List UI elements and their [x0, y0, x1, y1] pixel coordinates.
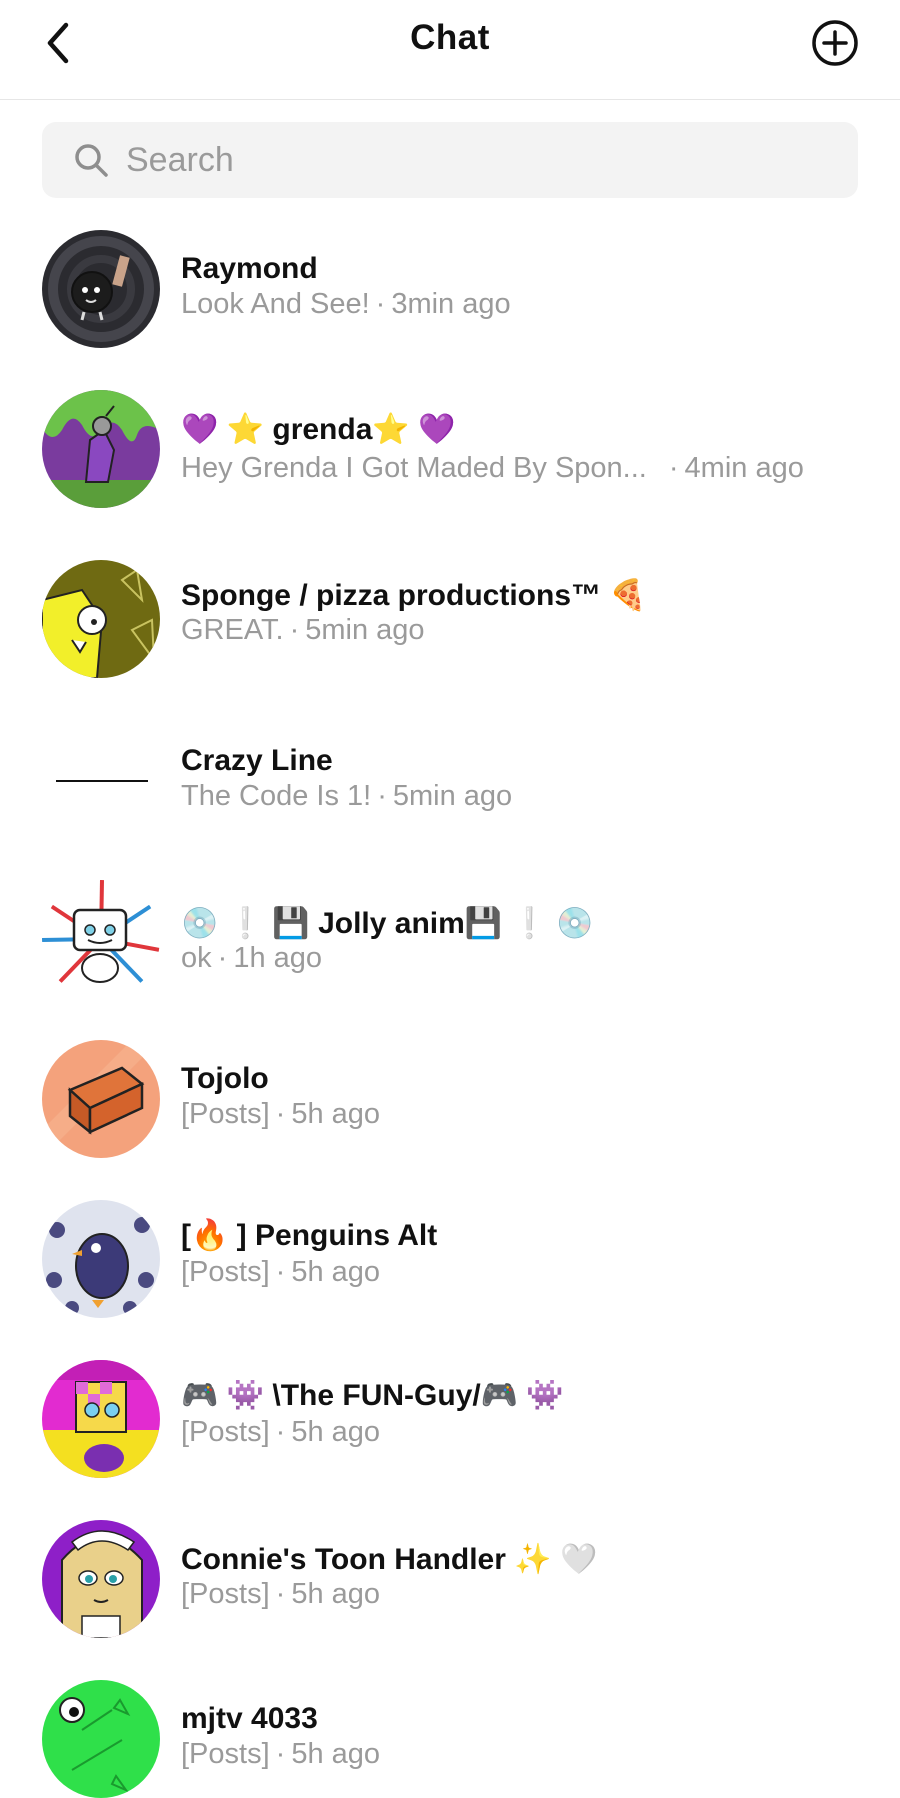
- chat-message: [Posts]: [181, 1256, 270, 1288]
- chat-name: Connie's Toon Handler ✨ 🤍: [181, 1543, 598, 1576]
- chat-row-mjtv-4033[interactable]: mjtv 4033 [Posts] · 5h ago: [0, 1680, 900, 1798]
- chat-message: [Posts]: [181, 1578, 270, 1610]
- chat-row-sponge[interactable]: Sponge / pizza productions™ 🍕 GREAT. · 5mi…: [0, 560, 900, 700]
- chat-name: Crazy Line: [181, 744, 333, 777]
- chat-message: The Code Is 1!: [181, 780, 372, 812]
- chat-preview: GREAT. · 5min ago: [181, 614, 425, 646]
- chat-preview: [Posts] · 5h ago: [181, 1578, 381, 1610]
- chat-name: Tojolo: [181, 1062, 269, 1095]
- avatar: [42, 1680, 160, 1798]
- page-title: Chat: [410, 18, 490, 57]
- chat-name: [🔥 ] Penguins Alt: [181, 1219, 438, 1252]
- chat-name: Sponge / pizza productions™ 🍕: [181, 579, 647, 612]
- chat-time: 5h ago: [291, 1578, 381, 1610]
- avatar: [42, 1040, 160, 1158]
- avatar: [42, 1200, 160, 1318]
- chat-preview: [Posts] · 5h ago: [181, 1738, 381, 1770]
- avatar: [42, 230, 160, 348]
- chat-preview: [Posts] · 5h ago: [181, 1098, 381, 1130]
- chat-time: 5h ago: [291, 1098, 381, 1130]
- avatar: [42, 1520, 160, 1638]
- chat-message: Look And See!: [181, 288, 370, 320]
- chat-row-penguins-alt[interactable]: [🔥 ] Penguins Alt [Posts] · 5h ago: [0, 1200, 900, 1340]
- chat-message: ok: [181, 942, 212, 974]
- search-bar[interactable]: [42, 122, 858, 198]
- chat-name: 💜 ⭐ grenda⭐ 💜: [181, 413, 456, 446]
- chat-message: [Posts]: [181, 1416, 270, 1448]
- chat-time: 5h ago: [291, 1738, 381, 1770]
- search-input[interactable]: [126, 140, 826, 180]
- chat-preview: Hey Grenda I Got Maded By Spon... · 4min a…: [181, 452, 804, 484]
- chat-name: Raymond: [181, 252, 318, 285]
- chat-message: GREAT.: [181, 614, 284, 646]
- chat-message: Hey Grenda I Got Maded By Spon...: [181, 452, 647, 484]
- chat-preview: [Posts] · 5h ago: [181, 1416, 381, 1448]
- chat-time: 4min ago: [684, 452, 804, 484]
- chat-row-jolly-anim[interactable]: 💿 ❕ 💾 Jolly anim💾 ❕ 💿 ok · 1h ago: [0, 880, 900, 1020]
- plus-circle-icon: [812, 20, 858, 66]
- chat-row-crazy-line[interactable]: Crazy Line The Code Is 1! · 5min ago: [0, 716, 900, 856]
- chat-name: 🎮 👾 \The FUN-Guy/🎮 👾: [181, 1379, 564, 1412]
- chat-time: 1h ago: [233, 942, 323, 974]
- chat-time: 5min ago: [392, 780, 513, 812]
- avatar: [42, 1360, 160, 1478]
- chat-name: 💿 ❕ 💾 Jolly anim💾 ❕ 💿: [181, 907, 594, 940]
- chat-row-raymond[interactable]: Raymond Look And See! · 3min ago: [0, 230, 900, 370]
- top-bar: Chat: [0, 0, 900, 100]
- chat-row-connies-toon-handler[interactable]: Connie's Toon Handler ✨ 🤍 [Posts] · 5h ago: [0, 1520, 900, 1660]
- chat-row-the-fun-guy[interactable]: 🎮 👾 \The FUN-Guy/🎮 👾 [Posts] · 5h ago: [0, 1360, 900, 1500]
- chat-time: 3min ago: [391, 288, 511, 320]
- chat-row-grenda[interactable]: 💜 ⭐ grenda⭐ 💜 Hey Grenda I Got Maded By …: [0, 390, 900, 530]
- search-icon: [72, 141, 110, 179]
- chat-name: mjtv 4033: [181, 1702, 318, 1735]
- avatar: [42, 390, 160, 508]
- chat-time: 5h ago: [291, 1416, 381, 1448]
- avatar: [42, 560, 160, 678]
- chat-message: [Posts]: [181, 1098, 270, 1130]
- chat-row-tojolo[interactable]: Tojolo [Posts] · 5h ago: [0, 1040, 900, 1180]
- chat-message: [Posts]: [181, 1738, 270, 1770]
- chat-time: 5min ago: [305, 614, 425, 646]
- chat-preview: The Code Is 1! · 5min ago: [181, 780, 513, 812]
- new-chat-button[interactable]: [810, 18, 860, 68]
- chat-preview: ok · 1h ago: [181, 942, 323, 974]
- chat-preview: Look And See! · 3min ago: [181, 288, 511, 320]
- chat-time: 5h ago: [291, 1256, 381, 1288]
- avatar: [42, 880, 160, 998]
- avatar: [42, 716, 160, 834]
- chat-preview: [Posts] · 5h ago: [181, 1256, 381, 1288]
